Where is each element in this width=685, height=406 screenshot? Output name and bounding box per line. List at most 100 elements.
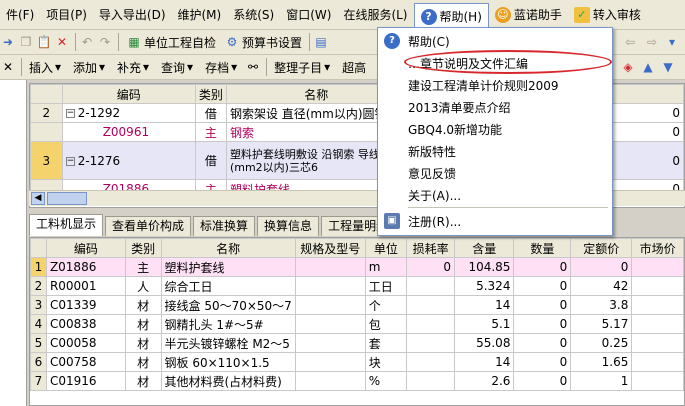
menu-online[interactable]: 在线服务(L) [337,2,413,28]
window-icon[interactable]: ▤ [313,34,329,50]
header-name: 名称 [160,238,296,258]
menu-project-label: 项目(P) [46,8,87,22]
help-menu-item-new-features[interactable]: GBQ4.0新增功能 [378,118,612,140]
name-cell: 其他材料费(占材料费) [160,371,296,391]
menu-system[interactable]: 系统(S) [227,2,280,28]
help-menu-item-pricing-rules[interactable]: 建设工程清单计价规则2009 [378,74,612,96]
help-menu-item-about[interactable]: 关于(A)... [378,184,612,206]
chevron-down-icon: ▾ [55,60,62,74]
help-menu-label: 新版特性 [408,144,457,159]
self-check-button[interactable]: ▦ 单位工程自检 [122,31,220,53]
superheight-button[interactable]: 超高 [338,56,370,78]
content-cell: 2.6 [453,371,515,391]
copy-icon[interactable]: ❐ [18,34,34,50]
menu-import-export[interactable]: 导入导出(D) [93,2,172,28]
table-row[interactable]: 7 C01916 材 其他材料费(占材料费) % 2.6 0 1 [30,371,684,391]
menu-online-label: 在线服务(L) [343,8,408,22]
row-number: 5 [30,333,47,353]
down-arrow-icon[interactable]: ▼ [660,59,676,75]
unit-cell: 个 [364,295,408,315]
undo-icon[interactable]: ↶ [79,34,95,50]
tab-conversion-info[interactable]: 换算信息 [257,216,320,236]
paint-bucket-icon[interactable]: ◈ [620,59,636,75]
menu-assistant[interactable]: ☺ 蓝诺助手 [489,2,568,28]
binoculars-icon[interactable]: ⚯ [245,59,261,75]
code-cell: C00758 [45,352,126,372]
table-row[interactable]: 3 C01339 材 接线盒 50～70×50～7 个 14 0 3.8 [30,295,684,315]
name-cell: 塑料护套线 [160,257,296,277]
unit-cell: 套 [364,333,408,353]
table-row-selected[interactable]: 1 Z01886 主 塑料护套线 m 0 104.85 0 0 [30,257,684,277]
arrow-icon[interactable]: ➜ [0,34,16,50]
superheight-label: 超高 [342,60,367,75]
spec-cell [294,295,366,315]
content-cell: 5.1 [453,314,515,334]
spec-cell [294,333,366,353]
tab-standard-conversion[interactable]: 标准换算 [193,216,256,236]
menu-file[interactable]: 件(F) [0,2,40,28]
back-arrow-icon[interactable]: ⇦ [622,34,638,50]
forward-dropdown-icon[interactable]: ▾ [664,34,680,50]
menu-file-label: 件(F) [6,8,35,22]
header-type: 类别 [124,238,162,258]
query-button[interactable]: 查询 ▾ [157,56,201,78]
type-cell: 主 [194,122,227,142]
unit-cell: 包 [364,314,408,334]
forward-arrow-icon[interactable]: ⇨ [644,34,660,50]
help-icon: ? [420,8,437,25]
menu-project[interactable]: 项目(P) [40,2,93,28]
table-row[interactable]: 2 R00001 人 综合工日 工日 5.324 0 42 [30,276,684,296]
up-arrow-icon[interactable]: ▲ [640,59,656,75]
spec-cell [294,371,366,391]
menu-window[interactable]: 窗口(W) [280,2,337,28]
row-number: 2 [30,276,47,296]
help-menu-item-2013-intro[interactable]: 2013清单要点介绍 [378,96,612,118]
code-cell: C00838 [45,314,126,334]
menu-review[interactable]: ✓ 转入审核 [568,2,647,28]
quantity-cell: 0 [513,314,572,334]
budget-settings-button[interactable]: ⚙ 预算书设置 [220,31,306,53]
scroll-left-icon[interactable]: ◀ [31,192,45,205]
type-cell: 材 [124,295,162,315]
collapse-icon[interactable]: − [65,109,75,118]
menu-assistant-label: 蓝诺助手 [513,8,562,22]
self-check-label: 单位工程自检 [144,35,217,50]
help-menu-item-help[interactable]: ? 帮助(C) [378,30,612,52]
tab-labor-material[interactable]: 工料机显示 [29,214,104,236]
query-label: 查询 [161,60,186,75]
header-code: 编码 [61,84,196,104]
toolbar-divider [21,58,22,76]
scroll-thumb[interactable] [47,192,87,205]
archive-button[interactable]: 存档 ▾ [201,56,245,78]
highlight-annotation-ellipse [404,50,612,74]
insert-button[interactable]: 插入 ▾ [25,56,69,78]
delete-icon[interactable]: ✕ [54,34,70,50]
toolbar-divider [75,33,76,51]
add-button[interactable]: 添加 ▾ [69,56,113,78]
tab-unit-price[interactable]: 查看单价构成 [105,216,192,236]
collapse-icon[interactable]: − [65,156,75,166]
menu-window-label: 窗口(W) [286,8,332,22]
menu-help[interactable]: ? 帮助(H) [413,2,489,30]
help-menu-label: 建设工程清单计价规则2009 [408,78,559,93]
menu-help-label: 帮助(H) [439,10,482,24]
table-row[interactable]: 5 C00058 材 半元头镀锌螺栓 M2～5 套 55.08 0 0.25 [30,333,684,353]
name-cell: 综合工日 [160,276,296,296]
type-cell: 借 [194,103,227,123]
menu-maintain[interactable]: 维护(M) [172,2,228,28]
table-row[interactable]: 4 C00838 材 钢精扎头 1#～5# 包 5.1 0 5.17 [30,314,684,334]
price-cell: 5.17 [570,314,633,334]
type-cell: 材 [124,314,162,334]
paste-icon[interactable]: 📋 [36,34,52,50]
close-icon[interactable]: ✕ [0,59,16,75]
market-cell [631,295,684,315]
help-menu-item-feedback[interactable]: 意见反馈 [378,162,612,184]
organize-button[interactable]: 整理子目 ▾ [270,56,338,78]
code-cell: −2-1292 [61,103,196,123]
redo-icon[interactable]: ↷ [97,34,113,50]
table-row[interactable]: 6 C00758 材 钢板 60×110×1.5 块 14 0 1.65 [30,352,684,372]
help-menu-item-new-version[interactable]: 新版特性 [378,140,612,162]
help-menu-item-register[interactable]: ▣ 注册(R)... [378,210,612,232]
chevron-down-icon: ▾ [324,60,331,74]
supplement-button[interactable]: 补充 ▾ [113,56,157,78]
